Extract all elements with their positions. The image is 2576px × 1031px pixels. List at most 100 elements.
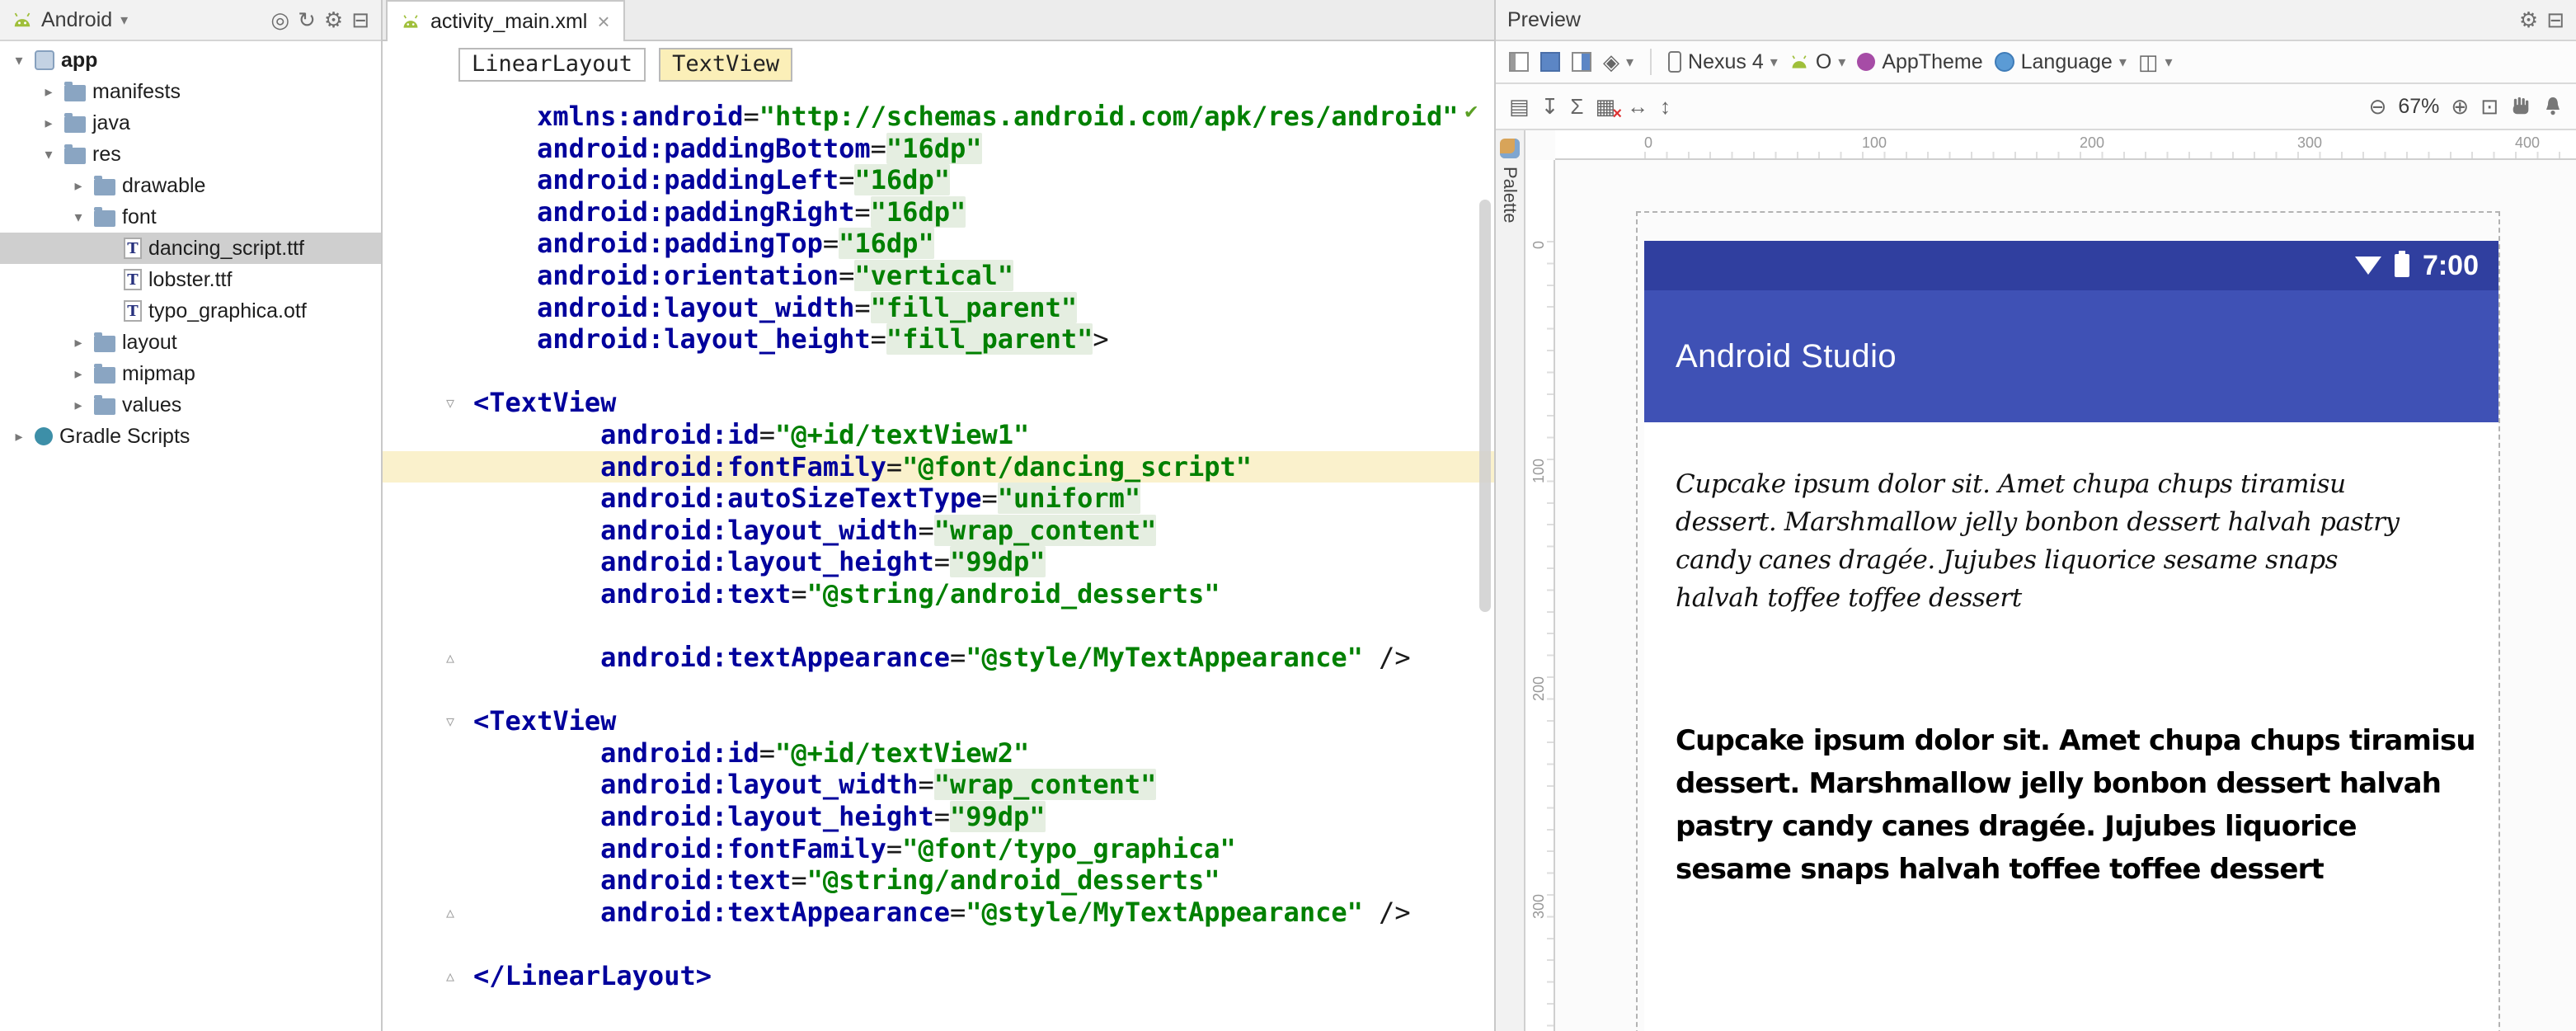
code-line-13[interactable]: android:autoSizeTextType="uniform" xyxy=(383,483,1494,515)
code-line-15[interactable]: android:layout_height="99dp" xyxy=(383,546,1494,578)
code-line-21[interactable]: android:id="@+id/textView2" xyxy=(383,737,1494,770)
code-line-3[interactable]: android:paddingLeft="16dp" xyxy=(383,164,1494,196)
inspection-status-icon[interactable]: ✔ xyxy=(1464,96,1478,128)
code-line-26[interactable]: ▵ android:textAppearance="@style/MyTextA… xyxy=(383,897,1494,929)
blueprint-mode-icon[interactable] xyxy=(1540,52,1560,72)
code-line-2[interactable]: android:paddingBottom="16dp" xyxy=(383,132,1494,165)
font-icon: T xyxy=(124,269,142,290)
tree-expand-icon[interactable]: ▸ xyxy=(69,365,87,383)
code-line-7[interactable]: android:layout_width="fill_parent" xyxy=(383,291,1494,324)
tree-expand-icon[interactable]: ▸ xyxy=(40,83,58,101)
zoom-out-icon[interactable]: ⊖ xyxy=(2369,96,2387,117)
tree-item-layout[interactable]: ▸ layout xyxy=(0,327,381,358)
tree-expand-icon[interactable]: ▸ xyxy=(10,428,28,445)
palette-tab[interactable]: Palette xyxy=(1496,130,1525,1031)
code-line-5[interactable]: android:paddingTop="16dp" xyxy=(383,228,1494,260)
fold-marker-icon[interactable]: ▿ xyxy=(439,388,462,417)
default-margins-icon[interactable]: Σ xyxy=(1570,96,1583,117)
preview-settings-gear-icon[interactable]: ⚙ xyxy=(2519,9,2538,31)
code-line-1[interactable]: xmlns:android="http://schemas.android.co… xyxy=(383,101,1494,133)
tree-item-mipmap[interactable]: ▸ mipmap xyxy=(0,358,381,389)
textview1-dancing-script[interactable]: Cupcake ipsum dolor sit. Amet chupa chup… xyxy=(1676,465,2421,617)
tree-item-label: Gradle Scripts xyxy=(59,424,190,448)
fold-marker-icon[interactable]: ▵ xyxy=(439,962,462,990)
fold-marker-icon[interactable]: ▿ xyxy=(439,707,462,735)
design-mode-icon[interactable] xyxy=(1509,52,1529,72)
notifications-bell-icon[interactable] xyxy=(2543,96,2563,117)
preview-canvas[interactable]: 7:00 Android Studio Cupcake ipsum dolor … xyxy=(1555,160,2576,1031)
locate-file-icon[interactable]: ◎ xyxy=(270,9,289,31)
code-line-20[interactable]: ▿ <TextView xyxy=(383,705,1494,737)
code-line-17[interactable] xyxy=(383,610,1494,643)
breadcrumb-linearlayout[interactable]: LinearLayout xyxy=(458,47,646,82)
code-line-16[interactable]: android:text="@string/android_desserts" xyxy=(383,578,1494,610)
textview2-typo-graphica[interactable]: Cupcake ipsum dolor sit. Amet chupa chup… xyxy=(1676,719,2476,891)
code-line-23[interactable]: android:layout_height="99dp" xyxy=(383,801,1494,833)
tree-item-dancing-script-ttf[interactable]: Tdancing_script.ttf xyxy=(0,233,381,264)
folder-icon xyxy=(64,113,86,133)
code-line-24[interactable]: android:fontFamily="@font/typo_graphica" xyxy=(383,833,1494,865)
code-line-6[interactable]: android:orientation="vertical" xyxy=(383,259,1494,292)
device-selector[interactable]: Nexus 4 ▾ xyxy=(1668,50,1778,74)
code-line-18[interactable]: ▵ android:textAppearance="@style/MyTextA… xyxy=(383,642,1494,674)
tree-item-manifests[interactable]: ▸ manifests xyxy=(0,76,381,107)
code-line-14[interactable]: android:layout_width="wrap_content" xyxy=(383,514,1494,547)
code-line-25[interactable]: android:text="@string/android_desserts" xyxy=(383,864,1494,897)
both-mode-icon[interactable] xyxy=(1572,52,1591,72)
tree-item-values[interactable]: ▸ values xyxy=(0,389,381,421)
sync-icon[interactable]: ↻ xyxy=(298,9,316,31)
zoom-fit-icon[interactable]: ⊡ xyxy=(2480,96,2498,117)
code-line-9[interactable] xyxy=(383,355,1494,388)
vertical-ruler: 0 100 200 300 xyxy=(1525,160,1555,1031)
fold-marker-icon[interactable]: ▵ xyxy=(439,643,462,671)
code-line-27[interactable] xyxy=(383,928,1494,960)
project-view-selector[interactable]: Android xyxy=(41,8,112,32)
tree-collapse-icon[interactable]: ▾ xyxy=(10,52,28,69)
tree-collapse-icon[interactable]: ▾ xyxy=(69,209,87,226)
language-selector[interactable]: Language ▾ xyxy=(1994,50,2127,74)
tree-item-res[interactable]: ▾ res xyxy=(0,139,381,170)
theme-selector[interactable]: AppTheme xyxy=(1857,50,1983,74)
tree-expand-icon[interactable]: ▸ xyxy=(69,177,87,195)
breadcrumb-textview[interactable]: TextView xyxy=(659,47,793,82)
api-level-selector[interactable]: O ▾ xyxy=(1789,50,1845,74)
tree-item-gradle-scripts[interactable]: ▸ Gradle Scripts xyxy=(0,421,381,452)
tree-item-lobster-ttf[interactable]: Tlobster.ttf xyxy=(0,264,381,295)
tree-expand-icon[interactable]: ▸ xyxy=(69,334,87,351)
fold-marker-icon[interactable]: ▵ xyxy=(439,898,462,926)
clear-constraints-icon[interactable]: ▦ × xyxy=(1595,96,1622,122)
tree-expand-icon[interactable]: ▸ xyxy=(69,397,87,414)
tree-collapse-icon[interactable]: ▾ xyxy=(40,146,58,163)
tree-item-font[interactable]: ▾ font xyxy=(0,201,381,233)
code-line-10[interactable]: ▿ <TextView xyxy=(383,387,1494,419)
chevron-down-icon[interactable]: ▾ xyxy=(120,12,128,29)
code-line-22[interactable]: android:layout_width="wrap_content" xyxy=(383,769,1494,801)
code-line-19[interactable] xyxy=(383,674,1494,706)
preview-hide-icon[interactable]: ⊟ xyxy=(2546,9,2564,31)
tab-activity-main-xml[interactable]: activity_main.xml × xyxy=(386,0,625,41)
orientation-selector[interactable]: ◈ ▾ xyxy=(1603,51,1634,73)
code-line-8[interactable]: android:layout_height="fill_parent"> xyxy=(383,323,1494,355)
variant-selector[interactable]: ◫ ▾ xyxy=(2138,51,2173,73)
editor-scrollbar[interactable] xyxy=(1479,200,1491,612)
autoconnect-icon[interactable]: ↧ xyxy=(1541,96,1559,117)
pack-selection-icon[interactable]: ↕ xyxy=(1660,96,1671,117)
zoom-in-icon[interactable]: ⊕ xyxy=(2451,96,2469,117)
code-line-12[interactable]: android:fontFamily="@font/dancing_script… xyxy=(383,450,1494,483)
close-tab-icon[interactable]: × xyxy=(597,11,609,32)
code-line-28[interactable]: ▵ </LinearLayout> xyxy=(383,960,1494,992)
view-options-icon[interactable]: ▤ xyxy=(1509,96,1530,117)
code-line-4[interactable]: android:paddingRight="16dp" xyxy=(383,195,1494,228)
tree-item-typo-graphica-otf[interactable]: Ttypo_graphica.otf xyxy=(0,295,381,327)
code-editor[interactable]: xmlns:android="http://schemas.android.co… xyxy=(383,87,1494,1031)
hide-panel-icon[interactable]: ⊟ xyxy=(351,9,369,31)
infer-constraints-icon[interactable]: ↔ xyxy=(1627,96,1648,117)
tree-item-app[interactable]: ▾ app xyxy=(0,45,381,76)
tree-expand-icon[interactable]: ▸ xyxy=(40,115,58,132)
settings-gear-icon[interactable]: ⚙ xyxy=(324,9,343,31)
code-line-11[interactable]: android:id="@+id/textView1" xyxy=(383,419,1494,451)
tree-item-java[interactable]: ▸ java xyxy=(0,107,381,139)
tree-item-drawable[interactable]: ▸ drawable xyxy=(0,170,381,201)
folder-icon xyxy=(94,395,115,415)
pan-hand-icon[interactable] xyxy=(2510,96,2531,117)
